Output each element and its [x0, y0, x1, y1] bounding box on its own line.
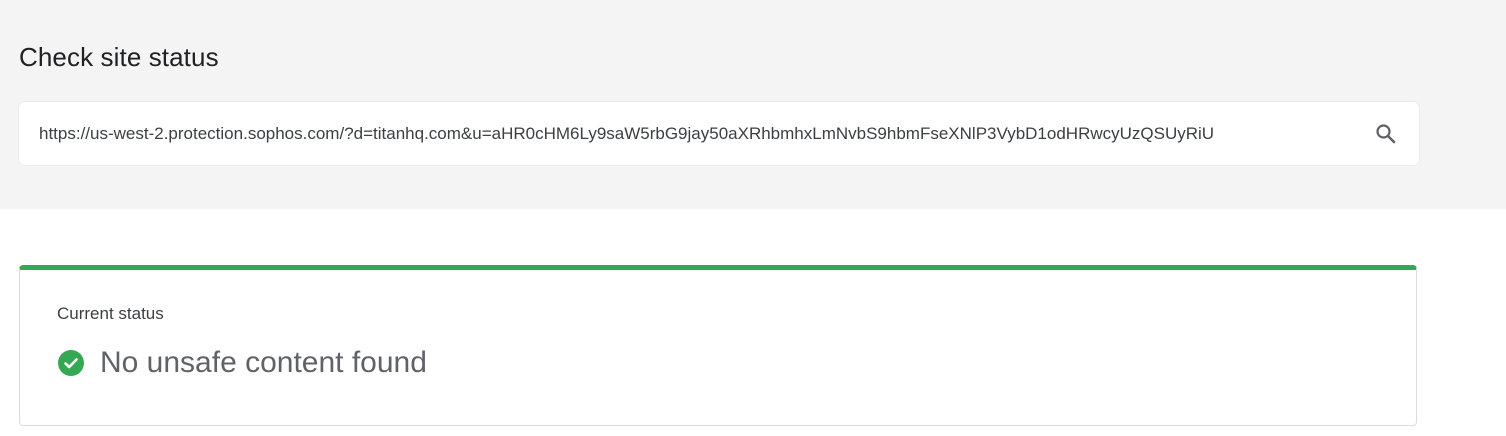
status-label: Current status [57, 304, 164, 323]
page-title: Check site status [19, 42, 219, 72]
search-header-section: Check site status [0, 0, 1506, 209]
check-circle-icon [58, 350, 84, 376]
status-result: No unsafe content found [58, 346, 427, 380]
url-input[interactable] [39, 102, 1339, 165]
status-card: Current status No unsafe content found [19, 265, 1417, 426]
search-button[interactable] [1371, 119, 1401, 149]
url-search-box [19, 102, 1419, 165]
status-result-text: No unsafe content found [100, 346, 427, 379]
search-icon [1376, 124, 1396, 144]
